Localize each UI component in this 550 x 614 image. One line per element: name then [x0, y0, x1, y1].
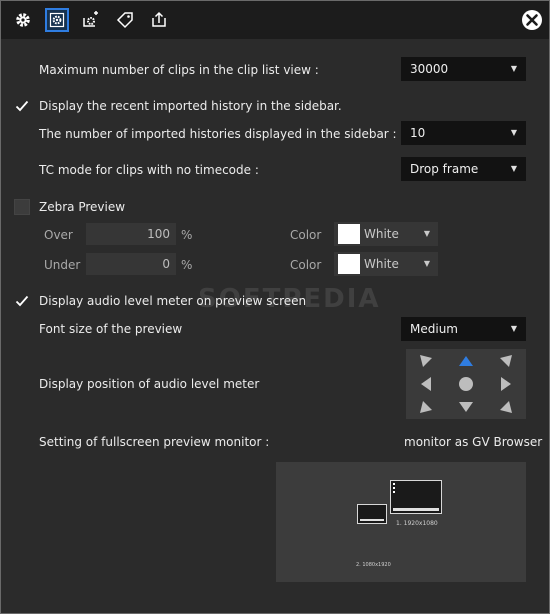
audio-meter-label: Display audio level meter on preview scr… — [39, 294, 307, 308]
monitor-2-label: 2. 1080x1920 — [356, 562, 391, 568]
max-clips-dropdown[interactable]: 30000 ▼ — [401, 57, 526, 81]
monitor-2-bar — [360, 519, 384, 521]
chevron-down-icon: ▼ — [510, 164, 517, 173]
zebra-over-color-select[interactable]: White ▼ — [334, 222, 438, 246]
checkmark-icon — [15, 295, 29, 307]
recent-history-checkbox[interactable] — [14, 98, 30, 114]
font-size-dropdown[interactable]: Medium ▼ — [401, 317, 526, 341]
arrow-down-left-icon — [420, 400, 432, 413]
zebra-under-color-label: Color — [290, 258, 322, 272]
close-icon[interactable] — [521, 9, 543, 31]
zebra-over-unit: % — [181, 228, 193, 242]
zebra-over-color-value: White — [364, 227, 399, 241]
fullscreen-label: Setting of fullscreen preview monitor : — [39, 435, 270, 449]
zebra-under-input[interactable]: 0 — [86, 253, 176, 275]
arrow-down-right-icon — [500, 400, 512, 413]
color-swatch — [338, 224, 360, 244]
chevron-down-icon: ▼ — [510, 324, 517, 333]
monitor-1-bar — [393, 508, 439, 511]
font-size-value: Medium — [410, 322, 458, 336]
zebra-over-label: Over — [44, 228, 73, 242]
arrow-left-icon — [421, 376, 431, 391]
position-top-center[interactable] — [446, 349, 486, 372]
checkmark-icon — [15, 100, 29, 112]
chevron-down-icon: ▼ — [510, 64, 517, 73]
chevron-down-icon: ▼ — [423, 259, 430, 268]
zebra-under-label: Under — [44, 258, 81, 272]
position-top-left[interactable] — [406, 349, 446, 372]
position-bottom-center[interactable] — [446, 395, 486, 418]
import-icon[interactable] — [79, 8, 103, 32]
position-middle-right[interactable] — [486, 372, 526, 395]
tc-mode-value: Drop frame — [410, 162, 479, 176]
zebra-checkbox[interactable] — [14, 199, 30, 215]
zebra-over-input[interactable]: 100 — [86, 223, 176, 245]
zebra-under-unit: % — [181, 258, 193, 272]
position-center[interactable] — [446, 372, 486, 395]
circle-icon — [459, 376, 473, 391]
monitor-layout-preview: 1. 1920x1080 2. 1080x1920 — [276, 462, 526, 582]
gear-icon[interactable] — [11, 8, 35, 32]
arrow-up-left-icon — [420, 354, 432, 367]
meter-position-label: Display position of audio level meter — [39, 377, 260, 391]
font-size-label: Font size of the preview — [39, 322, 183, 336]
position-top-right[interactable] — [486, 349, 526, 372]
history-count-label: The number of imported histories display… — [39, 127, 397, 141]
history-count-value: 10 — [410, 126, 426, 140]
tc-mode-label: TC mode for clips with no timecode : — [39, 163, 259, 177]
arrow-right-icon — [501, 376, 511, 391]
settings-panel-icon[interactable] — [45, 8, 69, 32]
monitor-1[interactable] — [390, 480, 442, 514]
max-clips-label: Maximum number of clips in the clip list… — [39, 63, 319, 77]
chevron-down-icon: ▼ — [423, 229, 430, 238]
position-bottom-right[interactable] — [486, 395, 526, 418]
toolbar — [1, 1, 549, 39]
tag-icon[interactable] — [113, 8, 137, 32]
position-bottom-left[interactable] — [406, 395, 446, 418]
zebra-under-color-value: White — [364, 257, 399, 271]
history-count-dropdown[interactable]: 10 ▼ — [401, 121, 526, 145]
zebra-label: Zebra Preview — [39, 200, 126, 214]
color-swatch — [338, 254, 360, 274]
zebra-over-color-label: Color — [290, 228, 322, 242]
recent-history-label: Display the recent imported history in t… — [39, 99, 342, 113]
position-middle-left[interactable] — [406, 372, 446, 395]
meter-position-grid — [406, 349, 526, 419]
chevron-down-icon: ▼ — [510, 128, 517, 137]
tc-mode-dropdown[interactable]: Drop frame ▼ — [401, 157, 526, 181]
arrow-up-right-icon — [500, 354, 512, 367]
audio-meter-checkbox[interactable] — [14, 293, 30, 309]
monitor-2[interactable] — [357, 504, 387, 524]
export-icon[interactable] — [147, 8, 171, 32]
zebra-under-color-select[interactable]: White ▼ — [334, 252, 438, 276]
max-clips-value: 30000 — [410, 62, 449, 76]
monitor-1-label: 1. 1920x1080 — [396, 520, 438, 527]
arrow-up-icon — [459, 355, 473, 366]
fullscreen-value: monitor as GV Browser — [404, 435, 543, 449]
arrow-down-icon — [459, 401, 473, 412]
